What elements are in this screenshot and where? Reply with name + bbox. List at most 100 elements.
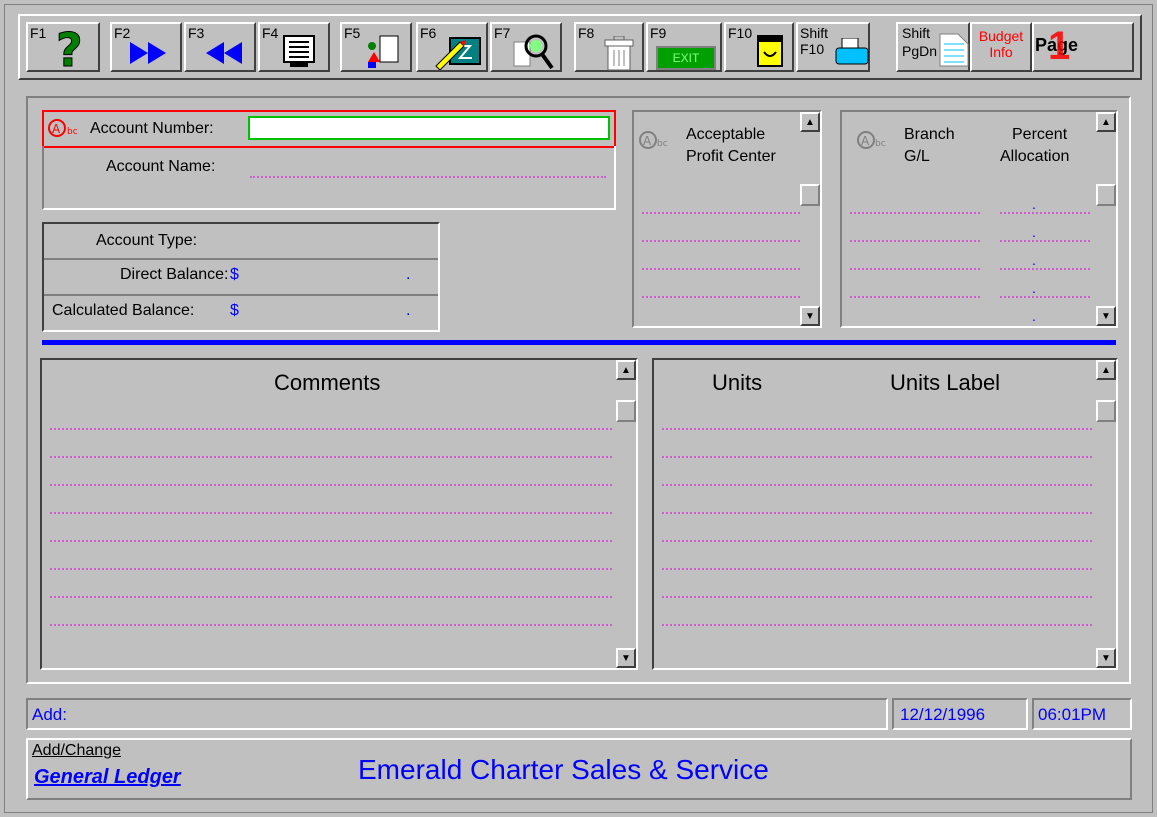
scroll-thumb[interactable] (800, 184, 820, 206)
list-row (1000, 268, 1090, 270)
exit-icon: EXIT (656, 46, 716, 70)
print-button[interactable]: Shift F10 (796, 22, 870, 72)
list-row (642, 240, 800, 242)
svg-text:bc: bc (67, 127, 78, 137)
list-row (642, 212, 800, 214)
exit-button[interactable]: F9 EXIT (646, 22, 722, 72)
scroll-down-icon[interactable]: ▼ (616, 648, 636, 668)
list-row (662, 568, 1092, 570)
list-row (850, 268, 980, 270)
general-ledger-link[interactable]: General Ledger (34, 766, 181, 789)
list-row (850, 212, 980, 214)
document-page-icon (939, 33, 969, 67)
help-button[interactable]: F1 ? (26, 22, 100, 72)
scroll-down-icon[interactable]: ▼ (1096, 648, 1116, 668)
monitor-list-icon (283, 35, 315, 67)
question-mark-icon: ? (56, 26, 84, 70)
list-row (662, 540, 1092, 542)
status-time: 06:01PM (1032, 698, 1132, 730)
list-row (662, 456, 1092, 458)
svg-text:bc: bc (875, 139, 886, 149)
notepad-icon (757, 35, 783, 67)
budget-info-button[interactable]: Budget Info (970, 22, 1032, 72)
list-row (50, 512, 612, 514)
scroll-thumb[interactable] (1096, 400, 1116, 422)
units-header: Units (712, 370, 763, 395)
svg-text:A: A (861, 134, 870, 148)
next-record-button[interactable]: F2 (110, 22, 182, 72)
list-row (1000, 296, 1090, 298)
abc-search-icon: A bc (857, 131, 886, 149)
abc-search-icon: A bc (48, 119, 78, 137)
list-row (662, 484, 1092, 486)
fast-forward-icon (130, 42, 166, 64)
list-row (50, 596, 612, 598)
scroll-up-icon[interactable]: ▲ (616, 360, 636, 380)
sort-button[interactable]: F5 (340, 22, 412, 72)
units-label-header: Units Label (890, 370, 1001, 395)
scroll-thumb[interactable] (616, 400, 636, 422)
abc-search-icon: A bc (639, 131, 668, 149)
page-number: 1 (1048, 24, 1071, 68)
comments-panel[interactable]: Comments ▲ ▼ (40, 358, 638, 670)
status-message: Add: (26, 698, 888, 730)
section-divider (42, 340, 1116, 345)
scroll-down-icon[interactable]: ▼ (800, 306, 820, 326)
scroll-up-icon[interactable]: ▲ (1096, 112, 1116, 132)
scroll-thumb[interactable] (1096, 184, 1116, 206)
scrollbar[interactable]: ▲ ▼ (1096, 112, 1116, 326)
direct-balance-value: . (406, 266, 411, 283)
list-row (662, 624, 1092, 626)
magnifier-icon (513, 34, 554, 70)
list-row (50, 456, 612, 458)
delete-button[interactable]: F8 (574, 22, 644, 72)
scroll-up-icon[interactable]: ▲ (800, 112, 820, 132)
account-number-row: A bc Account Number: (42, 110, 616, 148)
previous-record-button[interactable]: F3 (184, 22, 256, 72)
list-row (50, 568, 612, 570)
svg-text:bc: bc (657, 139, 668, 149)
svg-text:?: ? (56, 26, 83, 70)
company-name: Emerald Charter Sales & Service (358, 754, 769, 785)
profit-center-list[interactable]: A bc Acceptable Profit Center ▲ ▼ (632, 110, 822, 328)
branch-allocation-list[interactable]: A bc Branch G/L Percent Allocation . . .… (840, 110, 1118, 328)
search-button[interactable]: F7 (490, 22, 562, 72)
list-row (642, 268, 800, 270)
printer-icon (835, 38, 869, 65)
add-change-link[interactable]: Add/Change (32, 742, 121, 760)
shapes-icon (368, 35, 399, 68)
list-row (50, 540, 612, 542)
list-row (662, 596, 1092, 598)
scroll-up-icon[interactable]: ▲ (1096, 360, 1116, 380)
next-page-button[interactable]: Shift PgDn (896, 22, 970, 72)
scrollbar[interactable]: ▲ ▼ (616, 360, 636, 668)
page-button[interactable]: Page 1 (1032, 22, 1134, 72)
units-panel[interactable]: Units Units Label ▲ ▼ (652, 358, 1118, 670)
account-type-box: Account Type: Direct Balance: $ . Calcul… (42, 222, 440, 332)
list-row (642, 296, 800, 298)
status-date: 12/12/1996 (892, 698, 1028, 730)
list-row (850, 296, 980, 298)
account-name-value (250, 176, 606, 178)
scrollbar[interactable]: ▲ ▼ (1096, 360, 1116, 668)
list-row (662, 512, 1092, 514)
svg-text:A: A (643, 134, 652, 148)
list-row (662, 428, 1092, 430)
scroll-down-icon[interactable]: ▼ (1096, 306, 1116, 326)
scrollbar[interactable]: ▲ ▼ (800, 112, 820, 326)
rewind-icon (206, 42, 242, 64)
list-view-button[interactable]: F4 (258, 22, 330, 72)
list-row (1000, 212, 1090, 214)
list-row (50, 484, 612, 486)
account-number-input[interactable] (248, 116, 610, 140)
footer-panel: Add/Change General Ledger Emerald Charte… (26, 738, 1132, 800)
trash-can-icon (604, 36, 634, 71)
list-row (1000, 240, 1090, 242)
list-row (50, 624, 612, 626)
notes-button[interactable]: F10 (724, 22, 794, 72)
pencil-screen-icon (435, 37, 481, 70)
edit-button[interactable]: F6 (416, 22, 488, 72)
list-row (50, 428, 612, 430)
account-name-row: Account Name: (42, 146, 616, 210)
list-row (850, 240, 980, 242)
